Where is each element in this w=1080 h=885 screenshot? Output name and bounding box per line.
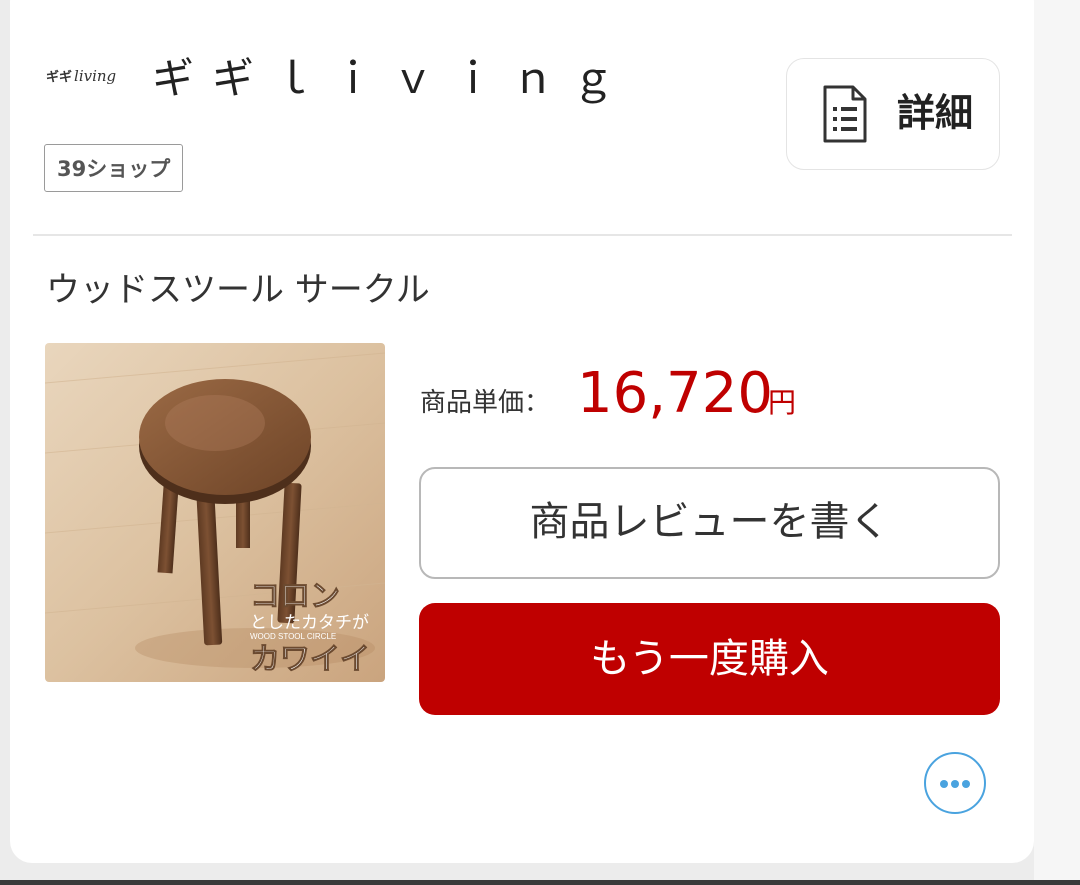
buy-again-button[interactable]: もう一度購入 [419, 603, 1000, 715]
shop-logo-script: living [74, 67, 117, 85]
shop-name[interactable]: ギギｌｉｖｉｎｇ [152, 55, 632, 102]
more-options-button[interactable] [924, 752, 986, 814]
shop-badge: 39ショップ [44, 144, 184, 192]
image-caption-main: コロン [250, 580, 340, 613]
price-unit: 円 [768, 386, 797, 419]
image-caption-bottom: カワイイ [250, 643, 370, 676]
stool-photo: コロン としたカタチが WOOD STOOL CIRCLE カワイイ [45, 343, 385, 682]
page-background-edge [1034, 0, 1080, 885]
divider [33, 234, 1012, 236]
image-caption-sub: としたカタチが [250, 613, 369, 632]
product-image[interactable]: コロン としたカタチが WOOD STOOL CIRCLE カワイイ [45, 343, 385, 682]
more-horizontal-icon [940, 780, 948, 788]
product-title[interactable]: ウッドスツール サークル [46, 270, 430, 311]
write-review-button[interactable]: 商品レビューを書く [419, 467, 1000, 579]
shop-logo-kana: ギギ [46, 70, 73, 85]
more-horizontal-icon-dot [962, 780, 970, 788]
shop-logo: ギギ living [46, 66, 138, 92]
image-caption-en: WOOD STOOL CIRCLE [250, 632, 336, 641]
price-value: 16,720 [577, 361, 773, 426]
detail-button[interactable]: 詳細 [786, 58, 1000, 170]
document-list-icon [823, 85, 867, 143]
price-label: 商品単価： [420, 388, 551, 418]
detail-label: 詳細 [897, 91, 974, 135]
more-horizontal-icon-dot [951, 780, 959, 788]
bottom-edge [0, 880, 1080, 885]
